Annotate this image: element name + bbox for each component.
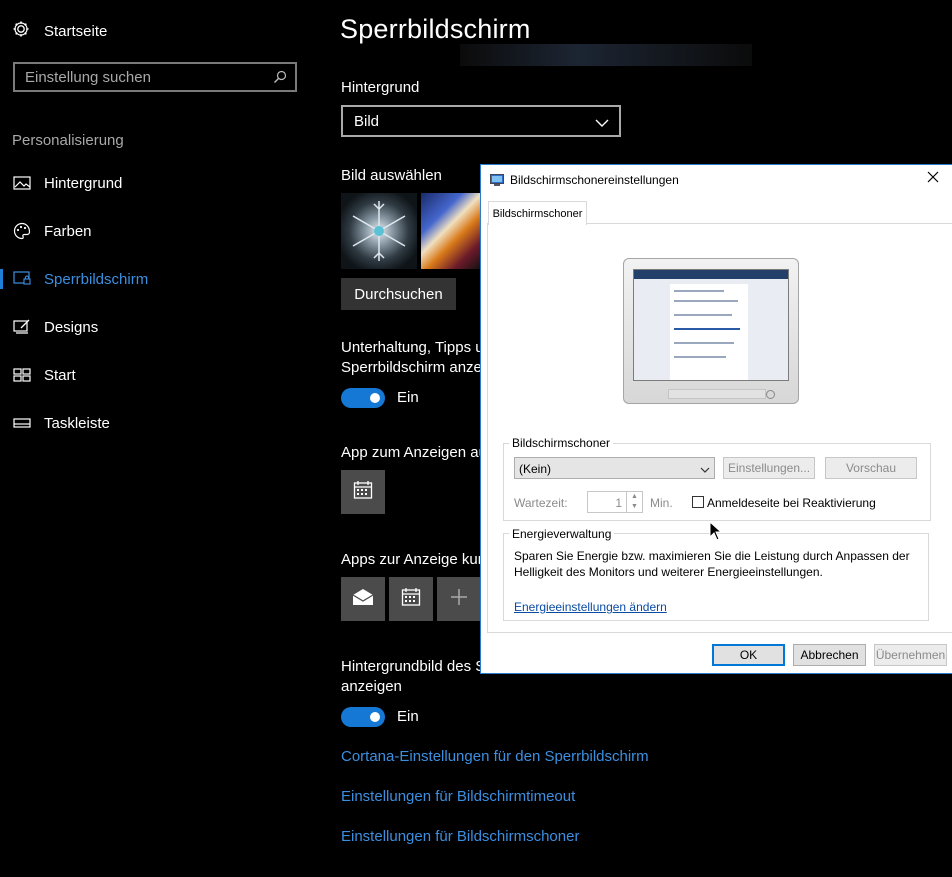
wait-minutes-value: 1 <box>615 496 622 510</box>
section-title: Personalisierung <box>12 132 124 149</box>
browse-button[interactable]: Durchsuchen <box>341 278 456 310</box>
screensaver-select[interactable]: (Kein) <box>514 457 715 479</box>
tips-label-line2: Sperrbildschirm anze <box>341 359 482 376</box>
sidebar-item-label: Taskleiste <box>44 414 110 432</box>
sidebar-item-label: Farben <box>44 222 92 240</box>
sidebar-item-hintergrund[interactable]: Hintergrund <box>0 163 320 203</box>
change-power-settings-link[interactable]: Energieeinstellungen ändern <box>514 600 667 614</box>
home-label: Startseite <box>44 22 108 40</box>
resume-logon-label: Anmeldeseite bei Reaktivierung <box>707 496 876 510</box>
start-grid-icon <box>12 365 32 385</box>
dialog-title: Bildschirmschonereinstellungen <box>510 173 679 187</box>
wait-minutes-spinner[interactable]: 1 ▲ ▼ <box>587 491 643 513</box>
resume-logon-checkbox[interactable] <box>692 496 704 508</box>
signin-background-label-line1: Hintergrundbild des S <box>341 658 486 675</box>
background-label: Hintergrund <box>341 79 420 96</box>
palette-icon <box>12 221 32 241</box>
screensaver-settings-link[interactable]: Einstellungen für Bildschirmschoner <box>341 828 579 845</box>
screensaver-app-icon <box>490 173 504 186</box>
image-icon <box>12 173 32 193</box>
calendar-icon <box>401 587 421 612</box>
picture-thumbnail-snowflake[interactable] <box>341 193 417 269</box>
screensaver-select-value: (Kein) <box>519 462 552 476</box>
sidebar-item-label: Sperrbildschirm <box>44 270 149 288</box>
plus-icon <box>450 588 468 611</box>
screensaver-group-title: Bildschirmschoner <box>509 436 614 450</box>
signin-background-label-line2: anzeigen <box>341 678 402 695</box>
power-description-line1: Sparen Sie Energie bzw. maximieren Sie d… <box>514 549 910 563</box>
apps-quick-status-label: Apps zur Anzeige kur <box>341 551 483 568</box>
page-title: Sperrbildschirm <box>340 14 531 44</box>
home-nav-item[interactable]: Startseite <box>12 20 107 42</box>
tips-label-line1: Unterhaltung, Tipps u <box>341 339 484 356</box>
background-dropdown-value: Bild <box>354 113 380 130</box>
tips-toggle[interactable] <box>341 388 385 408</box>
screensaver-settings-button[interactable]: Einstellungen... <box>723 457 815 479</box>
search-icon[interactable] <box>273 70 287 89</box>
picture-thumbnail-colorful[interactable] <box>421 193 481 269</box>
tab-screensaver[interactable]: Bildschirmschoner <box>488 201 587 225</box>
sidebar-item-start[interactable]: Start <box>0 355 320 395</box>
screensaver-settings-dialog: Bildschirmschonereinstellungen Bildschir… <box>480 164 952 674</box>
search-placeholder: Einstellung suchen <box>25 69 151 86</box>
sidebar-item-farben[interactable]: Farben <box>0 211 320 251</box>
app-detail-label: App zum Anzeigen au <box>341 444 487 461</box>
ok-button[interactable]: OK <box>712 644 785 666</box>
power-group-title: Energieverwaltung <box>509 527 615 541</box>
gear-icon <box>12 20 30 43</box>
signin-background-toggle[interactable] <box>341 707 385 727</box>
cancel-button[interactable]: Abbrechen <box>793 644 866 666</box>
settings-search-input[interactable]: Einstellung suchen <box>13 62 297 92</box>
spinner-arrows-icon[interactable]: ▲ ▼ <box>626 492 642 512</box>
lock-screen-preview-image <box>460 44 752 66</box>
cortana-settings-link[interactable]: Cortana-Einstellungen für den Sperrbilds… <box>341 748 649 765</box>
calendar-app-tile[interactable] <box>341 470 385 514</box>
brush-icon <box>12 317 32 337</box>
close-icon[interactable] <box>927 170 939 187</box>
monitor-preview <box>623 258 799 404</box>
sidebar-item-label: Hintergrund <box>44 174 123 192</box>
background-dropdown[interactable]: Bild <box>341 105 621 137</box>
chevron-down-icon <box>595 115 609 133</box>
screensaver-preview-button[interactable]: Vorschau <box>825 457 917 479</box>
tips-toggle-state: Ein <box>397 389 419 406</box>
add-app-tile[interactable] <box>437 577 481 621</box>
choose-picture-label: Bild auswählen <box>341 167 442 184</box>
sidebar-item-label: Start <box>44 366 76 384</box>
mouse-cursor-icon <box>709 520 723 546</box>
sidebar-item-sperrbildschirm[interactable]: Sperrbildschirm <box>0 259 320 299</box>
screen-timeout-link[interactable]: Einstellungen für Bildschirmtimeout <box>341 788 575 805</box>
sidebar-item-designs[interactable]: Designs <box>0 307 320 347</box>
mail-icon <box>352 588 374 611</box>
apply-button[interactable]: Übernehmen <box>874 644 947 666</box>
sidebar-item-taskleiste[interactable]: Taskleiste <box>0 403 320 443</box>
power-description-line2: Helligkeit des Monitors und weiterer Ene… <box>514 565 823 579</box>
taskbar-icon <box>12 413 32 433</box>
calendar-icon <box>353 480 373 505</box>
minutes-label: Min. <box>650 496 673 510</box>
lock-screen-icon <box>12 269 32 289</box>
mail-app-tile[interactable] <box>341 577 385 621</box>
calendar-app-tile-2[interactable] <box>389 577 433 621</box>
signin-background-toggle-state: Ein <box>397 708 419 725</box>
sidebar-item-label: Designs <box>44 318 99 336</box>
wait-label: Wartezeit: <box>514 496 568 510</box>
monitor-preview-screen <box>633 269 789 381</box>
chevron-down-icon <box>700 463 710 477</box>
